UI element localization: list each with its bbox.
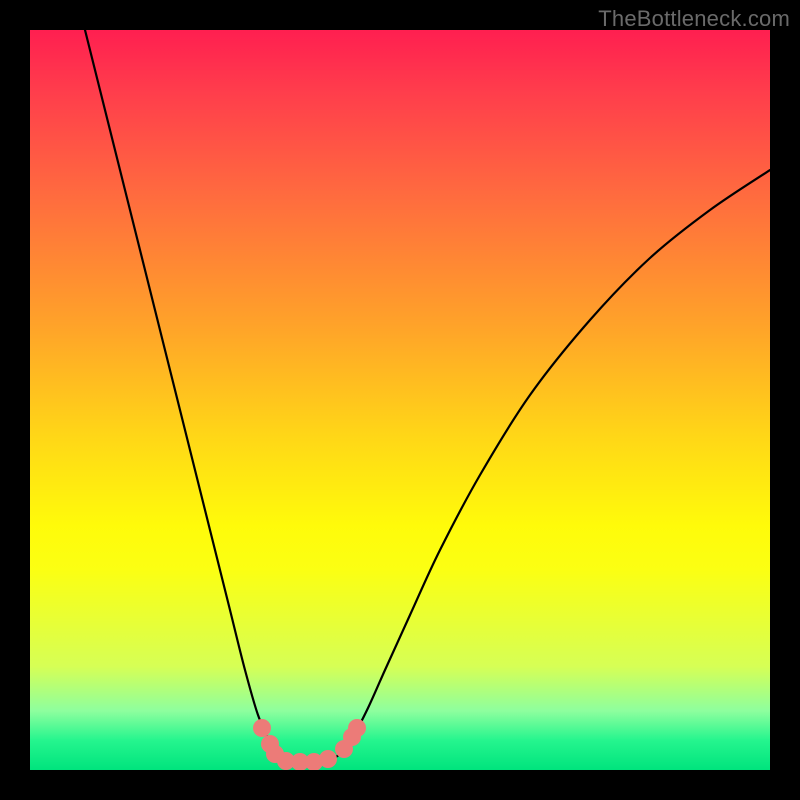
- chart-plot-area: [30, 30, 770, 770]
- watermark-text: TheBottleneck.com: [598, 6, 790, 32]
- curve-markers: [253, 719, 366, 770]
- curve-marker: [348, 719, 366, 737]
- bottleneck-curve-svg: [30, 30, 770, 770]
- curve-marker: [319, 750, 337, 768]
- bottleneck-curve-path: [85, 30, 770, 761]
- curve-marker: [253, 719, 271, 737]
